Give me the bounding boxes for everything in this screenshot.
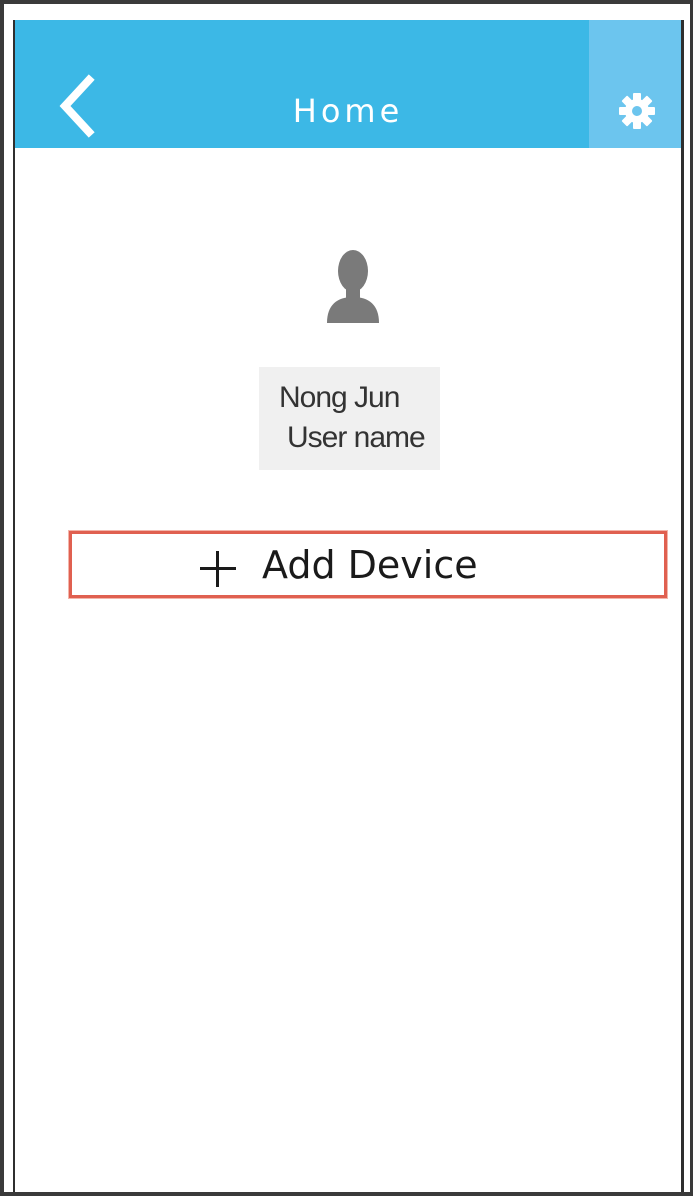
add-device-button[interactable]: Add Device	[69, 531, 667, 598]
page-title: Home	[292, 92, 404, 130]
gear-icon	[619, 93, 655, 129]
add-device-label: Add Device	[262, 543, 478, 587]
plus-icon	[200, 551, 236, 587]
user-display-name: Nong Jun	[279, 381, 400, 414]
top-bar: Home	[15, 20, 681, 148]
app-screen: Home Nong Jun User name Add Device	[13, 20, 684, 1192]
user-avatar-icon	[323, 247, 383, 327]
settings-button[interactable]	[589, 20, 681, 148]
phone-frame: Home Nong Jun User name Add Device	[0, 0, 693, 1196]
user-name-caption: User name	[287, 421, 426, 454]
user-info-card[interactable]: Nong Jun User name	[259, 367, 440, 470]
